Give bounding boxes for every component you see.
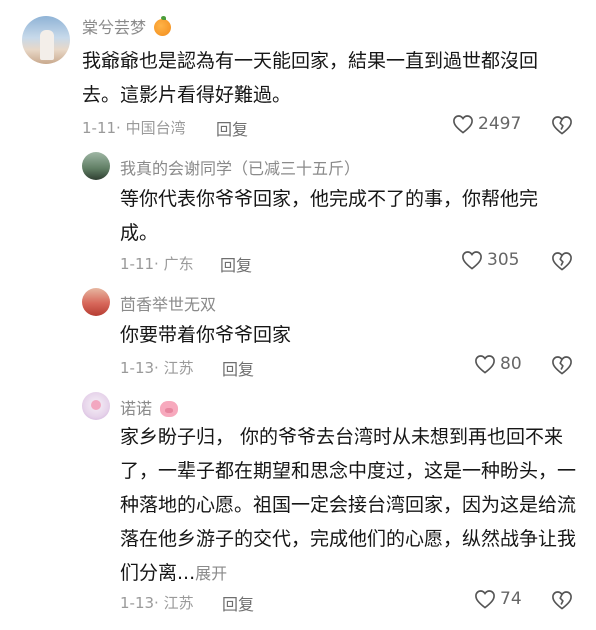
like-button[interactable]: 74 — [474, 589, 522, 609]
username[interactable]: 我真的会谢同学（已减三十五斤） — [120, 155, 360, 179]
comment-1: 棠兮芸梦 我爺爺也是認為有一天能回家，結果一直到過世都沒回去。這影片看得好難過。… — [0, 0, 596, 150]
dislike-button[interactable] — [551, 590, 573, 614]
like-button[interactable]: 305 — [461, 250, 519, 270]
heart-icon — [475, 590, 495, 609]
like-count: 74 — [500, 589, 522, 609]
avatar[interactable] — [22, 16, 70, 64]
comment-meta: 1-13· 江苏 — [120, 359, 194, 377]
comment-text: 你要带着你爷爷回家 — [120, 324, 292, 346]
heart-icon — [453, 115, 473, 134]
comment-text: 我爺爺也是認為有一天能回家，結果一直到過世都沒回去。這影片看得好難過。 — [82, 50, 539, 106]
avatar[interactable] — [82, 392, 110, 420]
broken-heart-icon — [552, 591, 572, 610]
heart-icon — [462, 251, 482, 270]
broken-heart-icon — [552, 116, 572, 135]
pig-emoji-icon — [160, 401, 179, 417]
dislike-button[interactable] — [551, 115, 573, 139]
reply-button[interactable]: 回复 — [222, 356, 254, 380]
orange-emoji-icon — [154, 16, 172, 36]
avatar[interactable] — [82, 288, 110, 316]
username[interactable]: 棠兮芸梦 — [82, 14, 172, 38]
dislike-button[interactable] — [551, 251, 573, 275]
dislike-button[interactable] — [551, 355, 573, 379]
comment-meta: 1-11· 中国台湾 — [82, 119, 186, 137]
comment-text: 等你代表你爷爷回家，他完成不了的事，你帮他完成。 — [120, 188, 539, 244]
heart-icon — [475, 355, 495, 374]
expand-button[interactable]: 展开 — [195, 564, 227, 583]
like-button[interactable]: 80 — [474, 354, 522, 374]
comment-3: 茴香举世无双 你要带着你爷爷回家 1-13· 江苏 回复 80 — [0, 282, 596, 382]
reply-button[interactable]: 回复 — [222, 591, 254, 615]
broken-heart-icon — [552, 252, 572, 271]
avatar[interactable] — [82, 152, 110, 180]
username[interactable]: 诺诺 — [120, 395, 179, 419]
reply-button[interactable]: 回复 — [220, 252, 252, 276]
username[interactable]: 茴香举世无双 — [120, 291, 216, 315]
like-count: 80 — [500, 354, 522, 374]
reply-button[interactable]: 回复 — [216, 116, 248, 140]
like-count: 305 — [487, 250, 520, 270]
comment-meta: 1-13· 江苏 — [120, 594, 194, 612]
comment-4: 诺诺 家乡盼子归， 你的爷爷去台湾时从未想到再也回不来了，一辈子都在期望和思念中… — [0, 386, 596, 630]
like-count: 2497 — [478, 114, 522, 134]
like-button[interactable]: 2497 — [452, 114, 521, 134]
broken-heart-icon — [552, 356, 572, 375]
comment-text: 家乡盼子归， 你的爷爷去台湾时从未想到再也回不来了，一辈子都在期望和思念中度过，… — [120, 426, 577, 584]
comment-2: 我真的会谢同学（已减三十五斤） 等你代表你爷爷回家，他完成不了的事，你帮他完成。… — [0, 148, 596, 278]
comment-meta: 1-11· 广东 — [120, 255, 194, 273]
